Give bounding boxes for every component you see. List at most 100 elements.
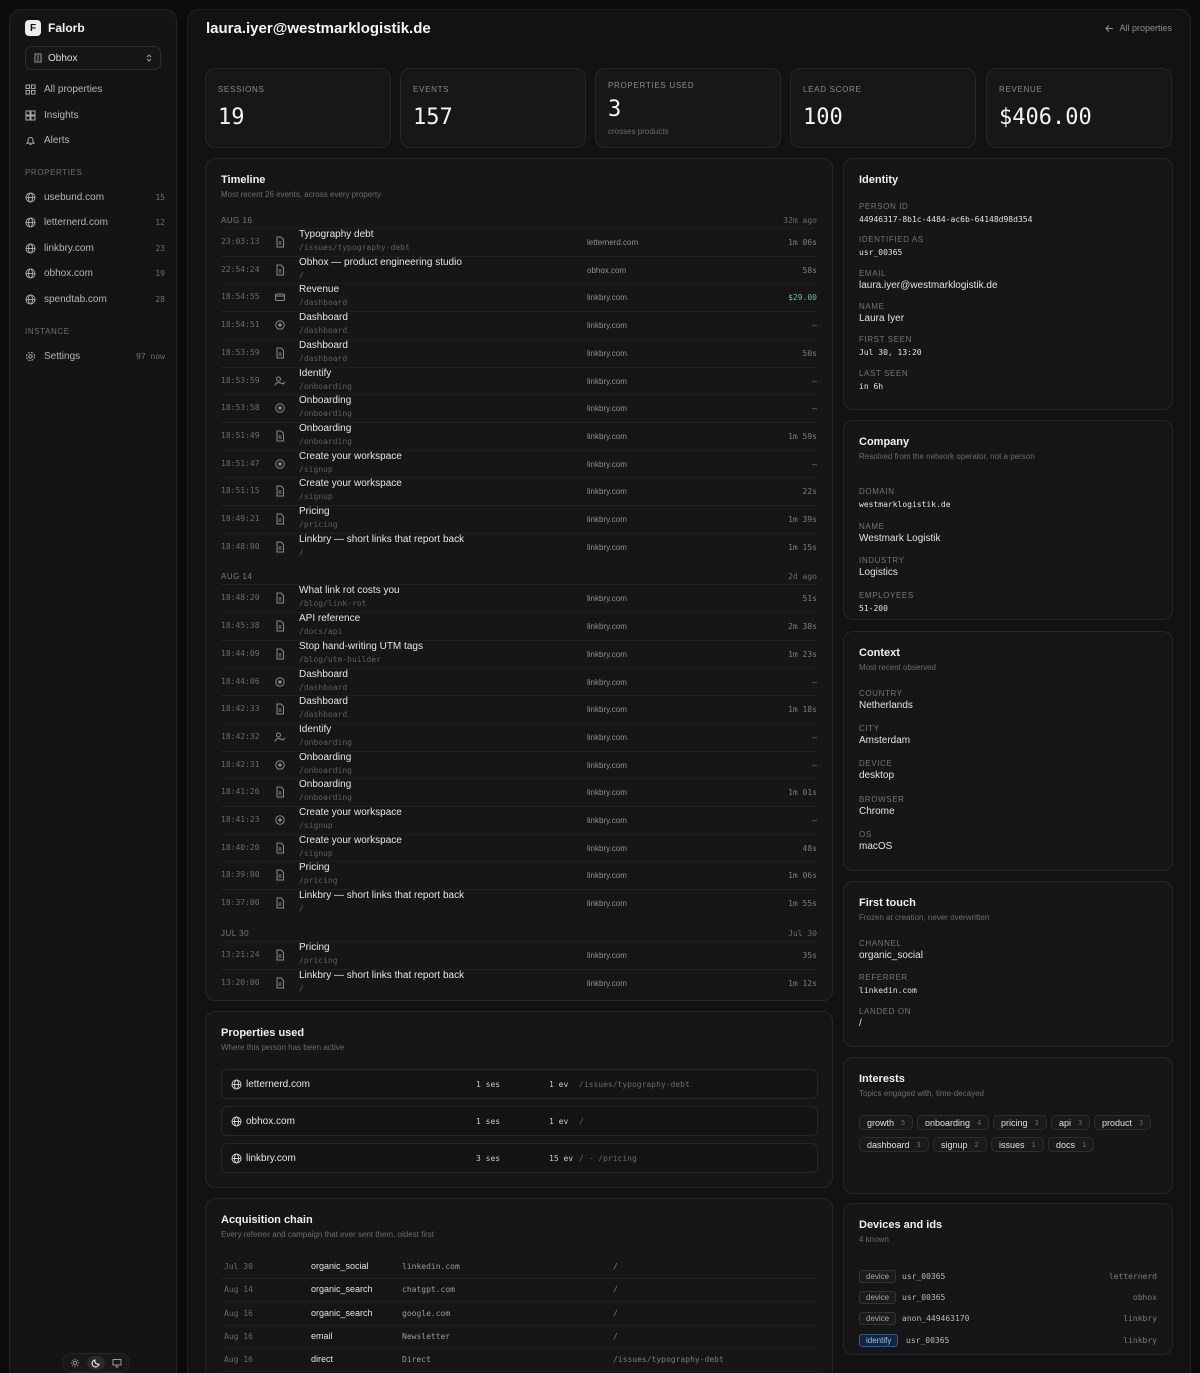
- acquisition-date: Aug 14: [224, 1285, 253, 1295]
- timeline-event-row[interactable]: 18:40:20 Create your workspace/signup link…: [221, 833, 817, 861]
- acquisition-landing: /: [613, 1285, 618, 1295]
- interest-chip[interactable]: docs 1: [1048, 1137, 1095, 1152]
- timeline-event-row[interactable]: 18:48:20 What link rot costs you/blog/lin…: [221, 584, 817, 611]
- back-to-properties-link[interactable]: All properties: [1105, 23, 1172, 33]
- timeline-event-row[interactable]: 18:54:55 Revenue/dashboard linkbry.com $29.…: [221, 283, 817, 310]
- timeline-event-row[interactable]: 18:45:38 API reference/docs/api linkbry.co…: [221, 612, 817, 639]
- acquisition-row: Aug 16 direct Direct/issues/typography-deb…: [221, 1349, 818, 1373]
- brand-logo: F: [25, 20, 41, 36]
- acquisition-channel: direct: [311, 1354, 334, 1365]
- monitor-icon[interactable]: [108, 1356, 126, 1370]
- workspace-switcher[interactable]: Obhox: [25, 46, 161, 70]
- acquisition-date: Aug 16: [224, 1331, 253, 1341]
- field-label: LAST SEEN: [859, 368, 909, 378]
- property-sessions: 1 ses: [476, 1117, 501, 1126]
- timeline-event-row[interactable]: 23:03:13 Typography debt/issues/typograph…: [221, 228, 817, 255]
- timeline-event-row[interactable]: 18:53:59 Dashboard/dashboard linkbry.com 50…: [221, 338, 817, 366]
- timeline-event-row[interactable]: 18:48:00 Linkbry — short links that repor…: [221, 532, 817, 560]
- sidebar-item-letternerd[interactable]: letternerd.com 12: [25, 212, 165, 232]
- interest-chip[interactable]: product 3: [1094, 1115, 1152, 1130]
- event-time: 18:37:00: [221, 898, 260, 908]
- identity-card: Identity PERSON ID 44946317-8b1c-4484-ac6…: [843, 158, 1173, 410]
- timeline-event-row[interactable]: 18:37:00 Linkbry — short links that repor…: [221, 889, 817, 916]
- timeline-event-row[interactable]: 22:54:24 Obhox — product engineering stud…: [221, 255, 817, 283]
- interest-chip[interactable]: issues 1: [991, 1137, 1044, 1152]
- timeline-event-row[interactable]: 18:41:26 Onboarding/onboarding linkbry.com…: [221, 778, 817, 805]
- timeline-event-row[interactable]: 18:39:00 Pricing/pricing linkbry.com 1m 06s: [221, 861, 817, 888]
- timeline-card: Timeline Most recent 26 events, across e…: [205, 158, 833, 1001]
- event-path: /signup: [299, 848, 333, 858]
- sidebar-item-obhox[interactable]: obhox.com 19: [25, 263, 165, 283]
- nav-insights[interactable]: Insights: [25, 105, 165, 125]
- timeline-event-row[interactable]: 13:20:00 Linkbry — short links that repor…: [221, 968, 817, 996]
- property-paths: /: [579, 1117, 584, 1126]
- globe-icon: [231, 1153, 242, 1164]
- timeline-date: AUG 16: [221, 216, 253, 225]
- interest-chip[interactable]: dashboard 3: [859, 1137, 929, 1152]
- interest-count: 1: [1031, 1140, 1036, 1149]
- event-title: Obhox — product engineering studio: [299, 256, 462, 268]
- event-domain: linkbry.com: [587, 950, 627, 960]
- stat-value: 100: [803, 105, 843, 130]
- timeline-event-row[interactable]: 18:41:23 Create your workspace/signup link…: [221, 806, 817, 833]
- timeline-event-row[interactable]: 18:53:59 Identify/onboarding linkbry.com —: [221, 366, 817, 394]
- grid-icon: [25, 84, 36, 95]
- interest-chip[interactable]: pricing 3: [993, 1115, 1047, 1130]
- field-value: westmarklogistik.de: [859, 500, 951, 509]
- field-label: OS: [859, 829, 872, 839]
- timeline-event-row[interactable]: 18:54:51 Dashboard/dashboard linkbry.com —: [221, 311, 817, 338]
- event-title: Create your workspace: [299, 807, 402, 818]
- property-row[interactable]: letternerd.com 1 ses 1 ev/issues/typograph…: [221, 1069, 818, 1099]
- timeline-event-row[interactable]: 18:51:15 Create your workspace/signup link…: [221, 477, 817, 504]
- event-title: Linkbry — short links that report back: [299, 890, 465, 902]
- interest-chip[interactable]: growth 5: [859, 1115, 914, 1130]
- field-label: EMAIL: [859, 268, 887, 278]
- sidebar-item-spendtab[interactable]: spendtab.com 28: [25, 289, 165, 309]
- event-domain: linkbry.com: [587, 871, 627, 881]
- timeline-event-row[interactable]: 18:51:49 Onboarding/onboarding linkbry.com…: [221, 421, 817, 449]
- interest-count: 3: [1139, 1118, 1144, 1127]
- event-duration: 51s: [802, 594, 817, 604]
- interest-chip[interactable]: api 3: [1051, 1115, 1091, 1130]
- timeline-event-row[interactable]: 18:42:31 Onboarding/onboarding linkbry.com…: [221, 750, 817, 778]
- timeline-event-row[interactable]: 18:44:09 Stop hand-writing UTM tags/blog/…: [221, 639, 817, 667]
- timeline-event-row[interactable]: 13:21:24 Pricing/pricing linkbry.com 35s: [221, 940, 817, 968]
- timeline-date-ago: 2d ago: [788, 572, 817, 582]
- field-label: DEVICE: [859, 759, 893, 769]
- event-title: Create your workspace: [299, 478, 402, 490]
- timeline-event-row[interactable]: 18:42:33 Dashboard/dashboard linkbry.com 1m…: [221, 695, 817, 722]
- timeline-event-row[interactable]: 18:49:21 Pricing/pricing linkbry.com 1m 39s: [221, 505, 817, 532]
- stat-label: LEAD SCORE: [803, 85, 862, 94]
- nav-alerts[interactable]: Alerts: [25, 130, 165, 150]
- target-icon: [274, 759, 286, 771]
- event-domain: linkbry.com: [587, 732, 627, 742]
- acquisition-row: Aug 14 organic_search chatgpt.com /: [221, 1279, 818, 1303]
- acquisition-title: Acquisition chain: [221, 1214, 313, 1226]
- property-row[interactable]: obhox.com 1 ses 1 ev /: [221, 1106, 818, 1136]
- interest-count: 2: [974, 1140, 979, 1149]
- sidebar-item-linkbry[interactable]: linkbry.com 23: [25, 238, 165, 258]
- globe-icon: [25, 217, 36, 228]
- sun-icon[interactable]: [66, 1356, 84, 1370]
- event-duration: 2m 38s: [788, 622, 817, 632]
- sidebar-item-settings[interactable]: Settings 97 now: [25, 346, 165, 366]
- nav-all-properties[interactable]: All properties: [25, 79, 165, 99]
- property-row[interactable]: linkbry.com 3 ses 15 ev / · /pricing: [221, 1143, 818, 1173]
- event-path: /pricing: [299, 955, 338, 965]
- timeline-event-row[interactable]: 18:51:47 Create your workspace/signup link…: [221, 449, 817, 477]
- property-name: obhox.com: [246, 1116, 295, 1127]
- timeline-event-row[interactable]: 18:44:06 Dashboard/dashboard linkbry.com —: [221, 667, 817, 695]
- timeline-event-row[interactable]: 18:53:58 Onboarding/onboarding linkbry.com…: [221, 394, 817, 421]
- sidebar-item-usebund[interactable]: usebund.com 15: [25, 187, 165, 207]
- timeline-event-row[interactable]: 18:42:32 Identify/onboarding linkbry.com —: [221, 722, 817, 750]
- field-value: linkedin.com: [859, 986, 917, 995]
- event-domain: linkbry.com: [587, 459, 627, 469]
- event-time: 18:48:00: [221, 541, 260, 551]
- interest-chip[interactable]: onboarding 4: [917, 1115, 990, 1130]
- moon-icon[interactable]: [87, 1356, 105, 1370]
- stat-sessions: SESSIONS 19: [205, 68, 391, 148]
- interest-chip[interactable]: signup 2: [933, 1137, 987, 1152]
- event-title: Onboarding: [299, 395, 352, 407]
- brand[interactable]: F Falorb: [25, 19, 85, 37]
- globe-icon: [25, 294, 36, 305]
